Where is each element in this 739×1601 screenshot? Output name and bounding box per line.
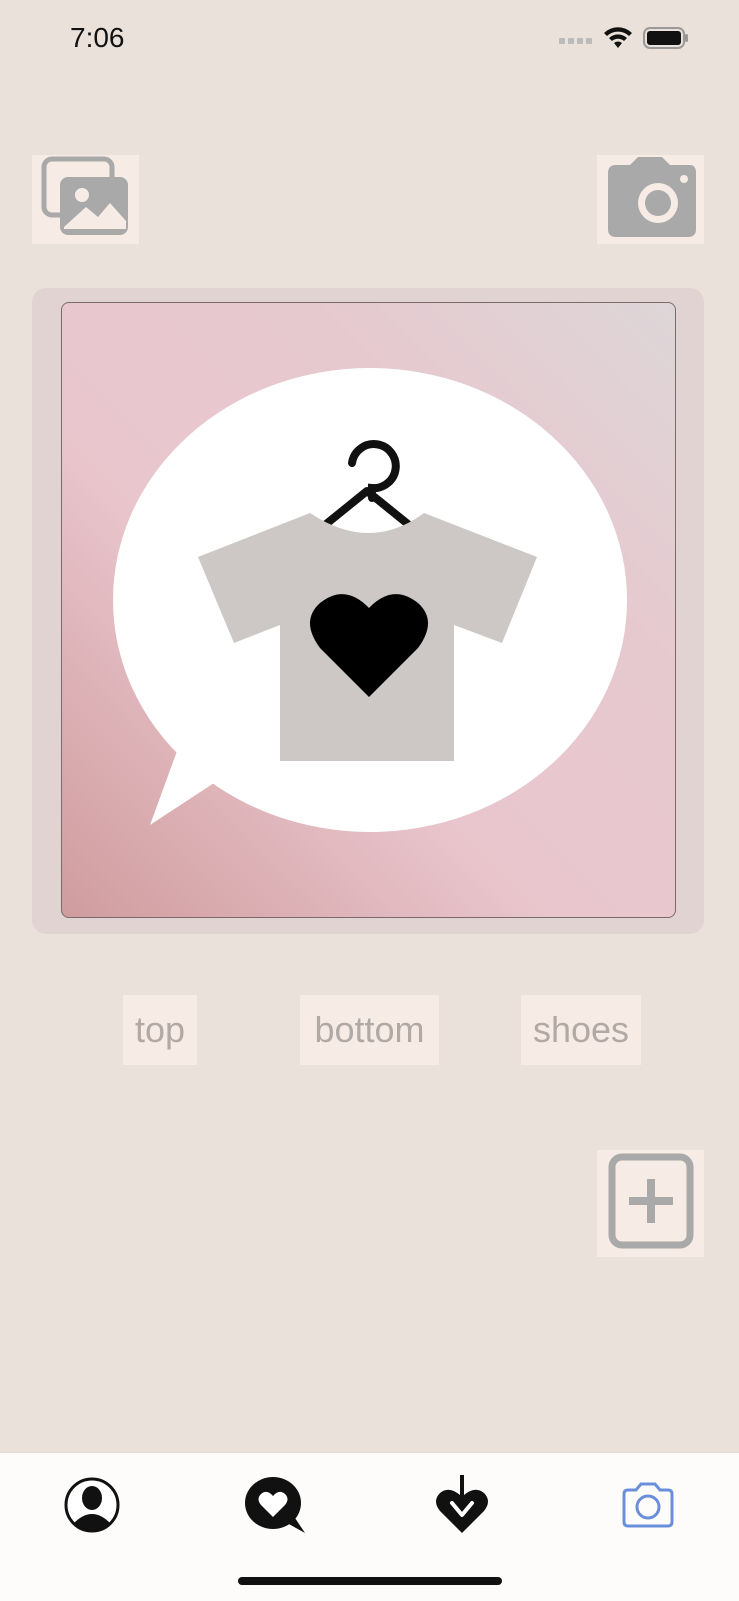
wifi-icon: [603, 26, 633, 55]
tab-profile[interactable]: [62, 1472, 122, 1542]
plus-square-icon: [608, 1153, 694, 1254]
category-top-button[interactable]: top: [123, 995, 197, 1065]
add-button[interactable]: [597, 1150, 704, 1257]
heart-download-icon: [432, 1474, 492, 1540]
status-icons: [559, 26, 689, 55]
status-time: 7:06: [70, 22, 125, 53]
tab-saved[interactable]: [432, 1472, 492, 1542]
tab-outfits[interactable]: [245, 1472, 305, 1542]
battery-icon: [643, 27, 689, 54]
speech-bubble-tshirt-heart-logo: [113, 368, 627, 832]
camera-icon: [604, 155, 698, 244]
heart-chat-icon: [243, 1475, 307, 1540]
cellular-signal-icon: [559, 32, 593, 50]
category-shoes-button[interactable]: shoes: [521, 995, 641, 1065]
gallery-button[interactable]: [32, 155, 139, 244]
home-indicator: [238, 1577, 502, 1585]
tab-camera[interactable]: [618, 1472, 678, 1542]
category-bottom-button[interactable]: bottom: [300, 995, 439, 1065]
preview-image: [61, 302, 676, 918]
camera-icon: [620, 1482, 676, 1533]
photo-gallery-icon: [40, 155, 132, 244]
camera-button[interactable]: [597, 155, 704, 244]
profile-icon: [63, 1476, 121, 1539]
